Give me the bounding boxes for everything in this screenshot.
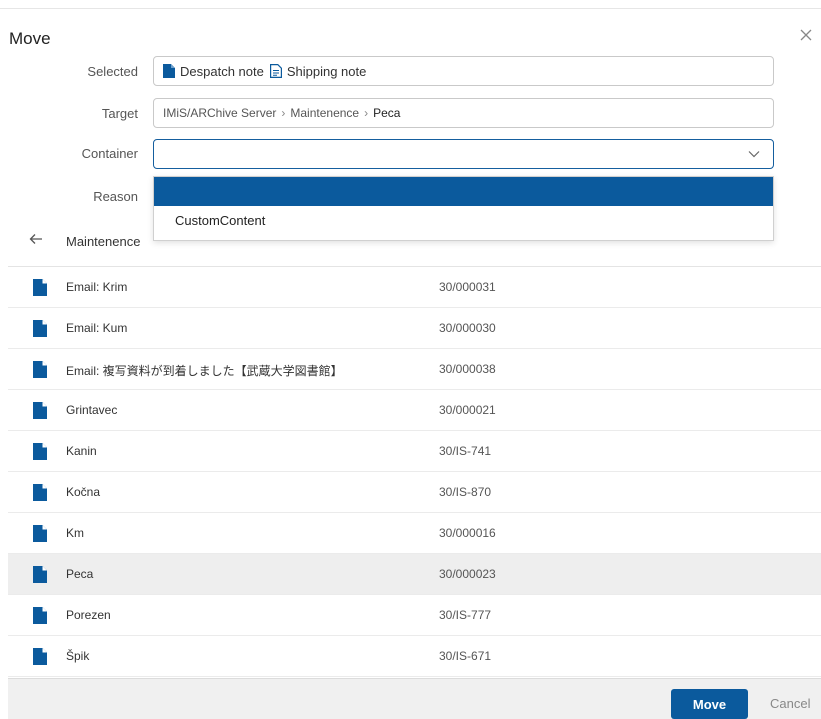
list-item-name: Email: Kum	[66, 321, 128, 335]
selected-chip-despatch-note[interactable]: Despatch note	[163, 64, 264, 79]
document-filled-icon	[33, 525, 47, 542]
arrow-left-icon-svg	[29, 234, 42, 244]
list-item[interactable]: Peca 30/000023	[8, 554, 821, 595]
list-item[interactable]: Km 30/000016	[8, 513, 821, 554]
selected-label: Selected	[87, 64, 138, 79]
document-filled-icon	[33, 279, 47, 296]
top-divider	[0, 0, 821, 9]
list-item-name: Email: Krim	[66, 280, 128, 294]
selected-chip-shipping-note[interactable]: Shipping note	[269, 63, 367, 79]
selected-field: Despatch note Shipping note	[153, 56, 774, 86]
document-filled-icon	[33, 320, 47, 337]
list-item[interactable]: Špik 30/IS-671	[8, 636, 821, 677]
document-filled-icon	[33, 566, 47, 583]
document-outline-icon	[269, 64, 282, 78]
list-item-name: Kanin	[66, 444, 97, 458]
left-gutter	[0, 266, 8, 718]
list-item[interactable]: Email: Krim 30/000031	[8, 267, 821, 308]
list-item-id: 30/000030	[439, 321, 496, 335]
list-item-name: Kočna	[66, 485, 101, 499]
list-item-name: Špik	[66, 649, 90, 663]
document-filled-icon	[33, 607, 47, 624]
container-dropdown: CustomContent	[153, 176, 774, 241]
close-icon-svg	[800, 29, 812, 41]
list-item-id: 30/000021	[439, 403, 496, 417]
list-item[interactable]: Email: Kum 30/000030	[8, 308, 821, 349]
list-item[interactable]: Email: 複写資料が到着しました【武蔵大学図書館】 30/000038	[8, 349, 821, 390]
document-filled-icon	[33, 402, 47, 419]
breadcrumb-current: Peca	[373, 106, 401, 120]
selected-chip-label: Despatch note	[180, 63, 264, 79]
close-icon[interactable]	[797, 27, 815, 45]
list-item-id: 30/IS-777	[439, 608, 492, 622]
reason-label: Reason	[93, 189, 138, 204]
document-filled-icon	[33, 443, 47, 460]
dialog-title: Move	[9, 29, 51, 48]
move-button[interactable]: Move	[671, 689, 748, 719]
breadcrumb-separator: ›	[364, 106, 369, 120]
folder-list: Email: Krim 30/000031 Email: Kum 30/000030 E…	[8, 266, 821, 679]
list-item-name: Peca	[66, 567, 94, 581]
dropdown-option-customcontent[interactable]: CustomContent	[154, 206, 773, 238]
chevron-down-icon[interactable]	[747, 147, 761, 161]
breadcrumb-item[interactable]: Maintenence	[290, 106, 359, 120]
document-filled-icon	[33, 484, 47, 501]
list-item-name: Grintavec	[66, 403, 118, 417]
list-item[interactable]: Kanin 30/IS-741	[8, 431, 821, 472]
list-item-id: 30/IS-870	[439, 485, 492, 499]
dialog-footer: Move Cancel	[8, 678, 821, 719]
list-item-id: 30/000031	[439, 280, 496, 294]
list-item-id: 30/000016	[439, 526, 496, 540]
list-item[interactable]: Porezen 30/IS-777	[8, 595, 821, 636]
breadcrumb-item[interactable]: IMiS/ARChive Server	[163, 106, 276, 120]
list-item-id: 30/000023	[439, 567, 496, 581]
move-dialog: Move Selected Despatch note Shipping not…	[0, 0, 821, 719]
list-item-name: Email: 複写資料が到着しました【武蔵大学図書館】	[66, 364, 343, 378]
target-field: IMiS/ARChive Server › Maintenence › Peca	[153, 98, 774, 128]
container-label: Container	[81, 146, 138, 161]
list-item-id: 30/000038	[439, 362, 496, 376]
cancel-button[interactable]: Cancel	[770, 696, 810, 711]
container-select[interactable]	[153, 139, 774, 169]
selected-chip-label: Shipping note	[286, 63, 367, 79]
document-filled-icon	[163, 64, 175, 78]
list-item-name: Porezen	[66, 608, 111, 622]
list-item[interactable]: Kočna 30/IS-870	[8, 472, 821, 513]
current-folder-label: Maintenence	[66, 234, 141, 249]
document-filled-icon	[33, 648, 47, 665]
list-item-name: Km	[66, 526, 84, 540]
list-item-id: 30/IS-741	[439, 444, 492, 458]
list-item[interactable]: Grintavec 30/000021	[8, 390, 821, 431]
target-label: Target	[101, 106, 138, 121]
document-filled-icon	[33, 361, 47, 378]
arrow-left-icon[interactable]	[29, 232, 43, 251]
list-item-id: 30/IS-671	[439, 649, 492, 663]
dropdown-option-empty[interactable]	[154, 177, 773, 206]
breadcrumb-separator: ›	[281, 106, 286, 120]
